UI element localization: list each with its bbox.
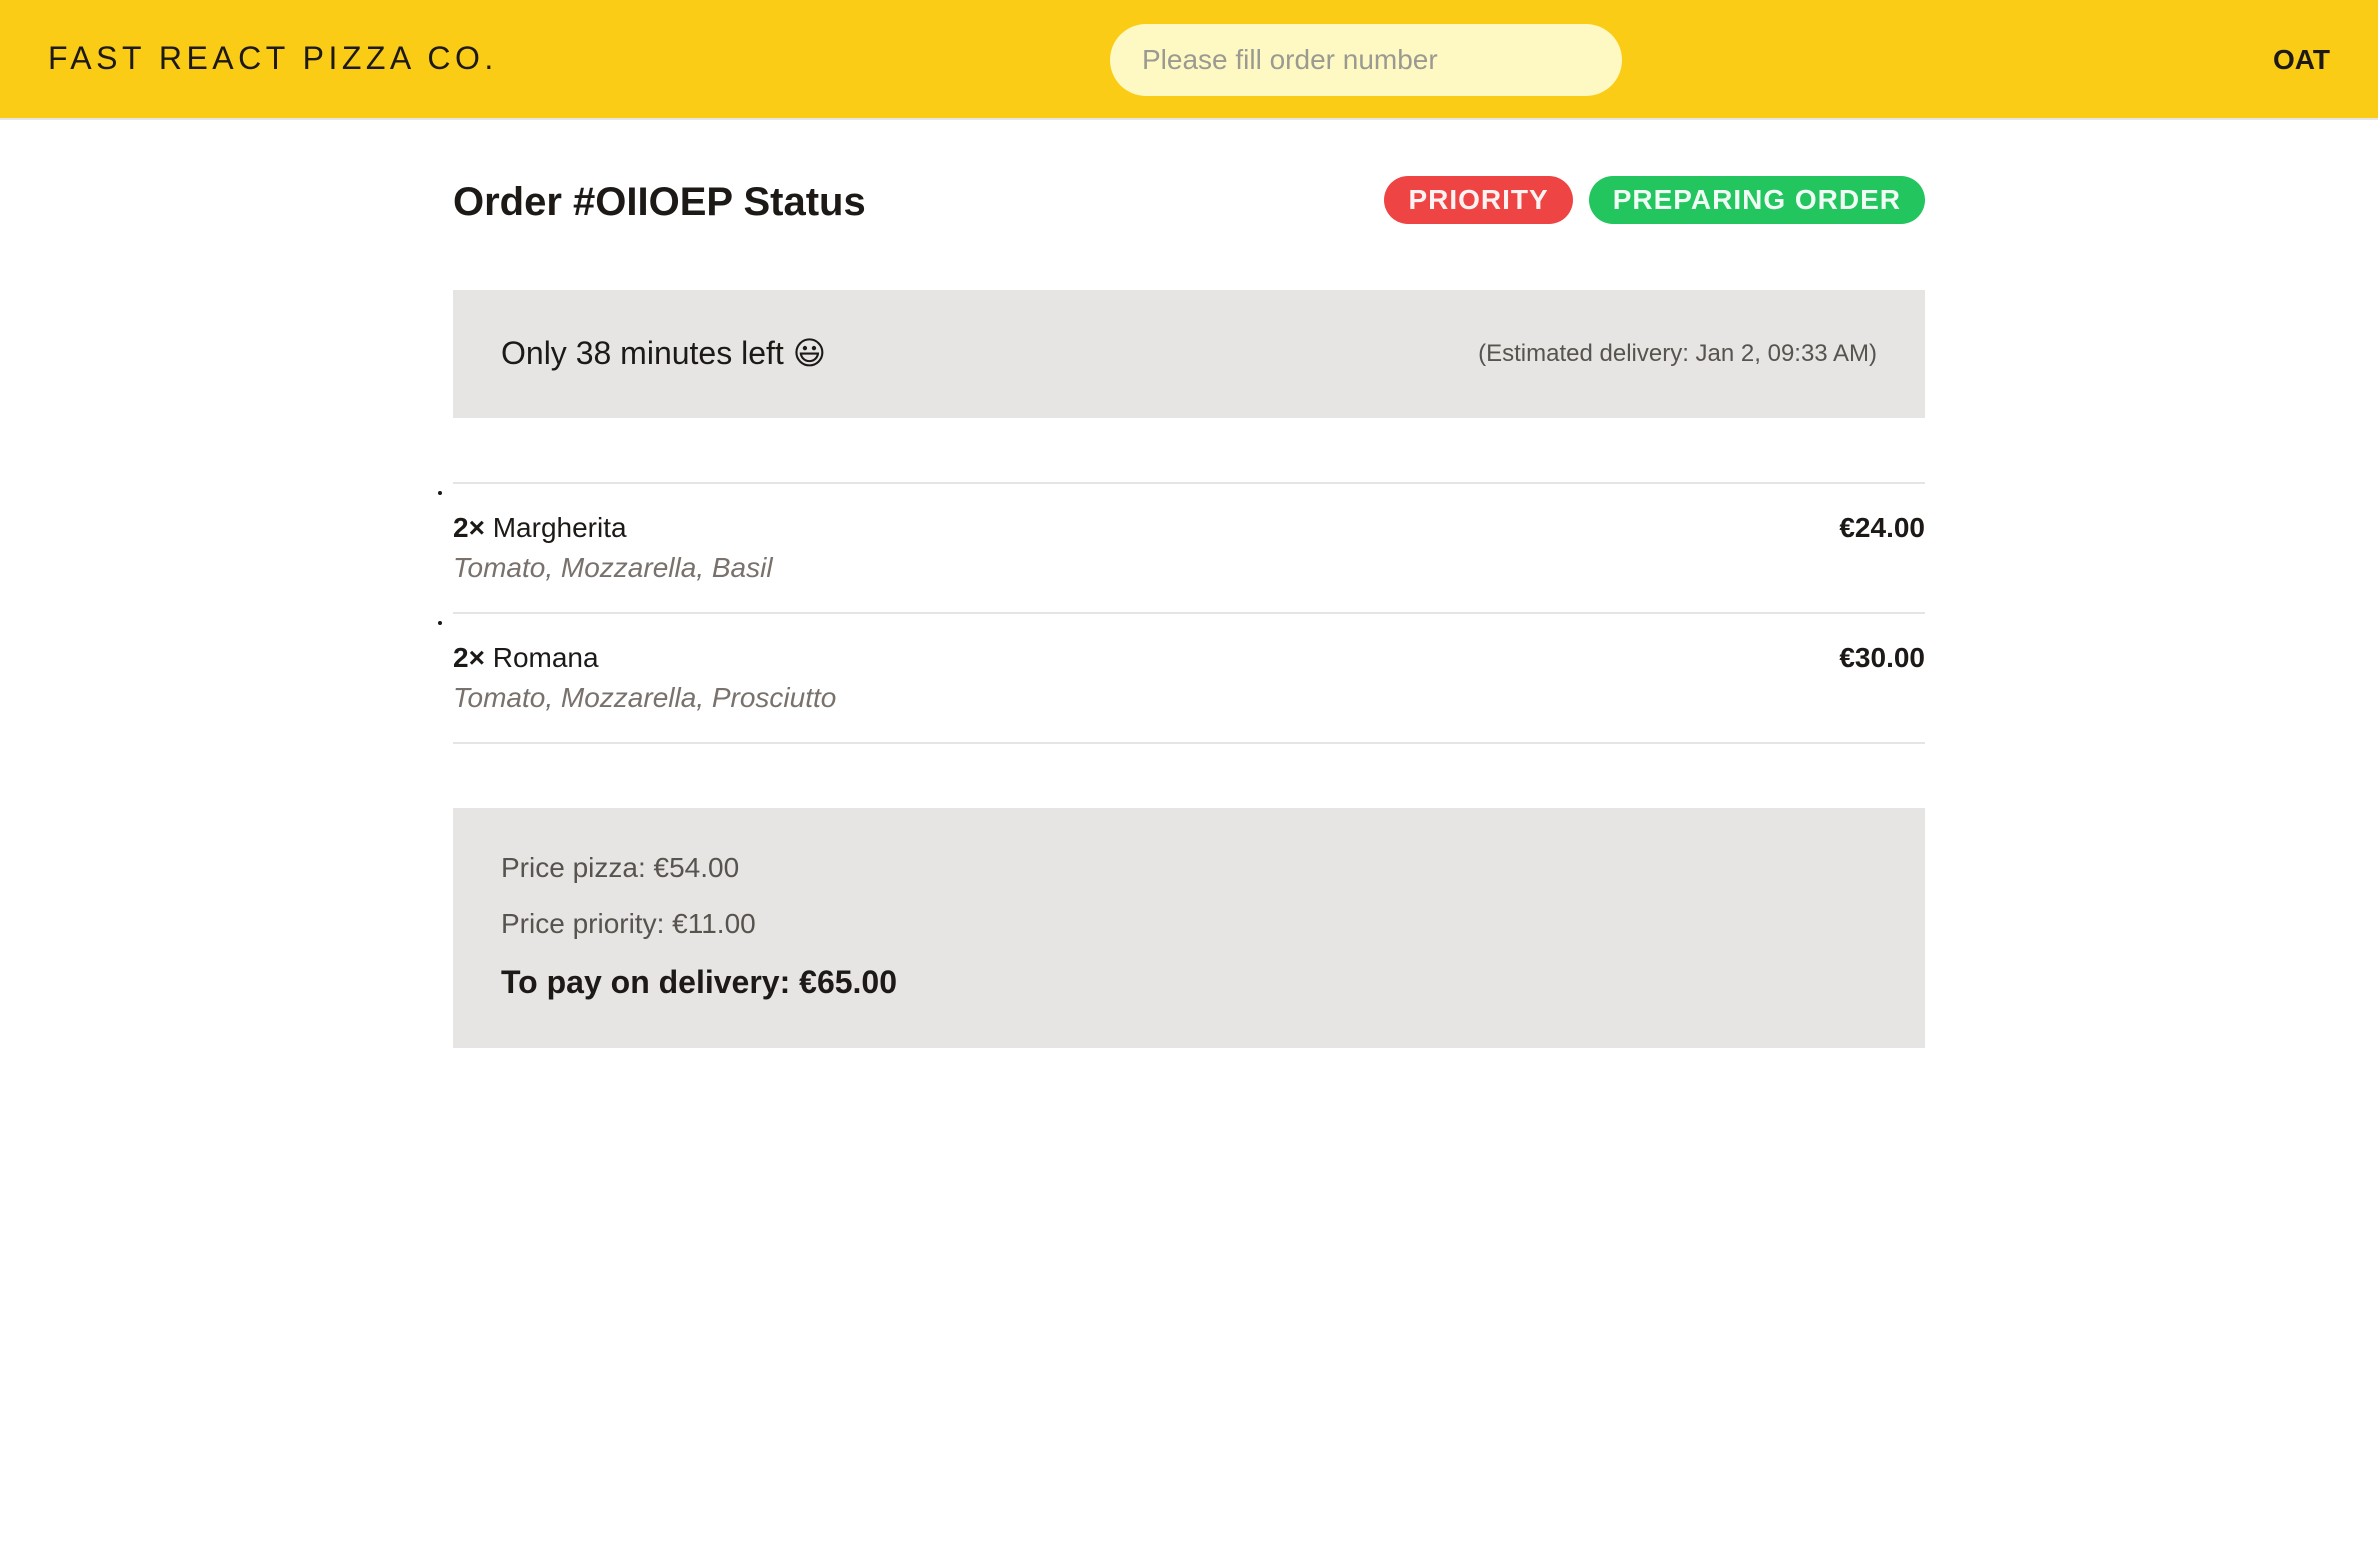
- username: OAT: [2272, 44, 2330, 75]
- logo-link[interactable]: FAST REACT PIZZA CO.: [48, 40, 498, 77]
- status-badge: PREPARING ORDER: [1588, 176, 1925, 224]
- price-priority: Price priority: €11.00: [501, 908, 756, 939]
- order-title-row: Order #OIIOEP Status PRIORITY PREPARING …: [453, 172, 1925, 232]
- status-badges: PRIORITY PREPARING ORDER: [1384, 176, 1925, 224]
- app-header: FAST REACT PIZZA CO. OAT: [0, 0, 2378, 120]
- order-search-input[interactable]: [1110, 24, 1622, 96]
- page-title: Order #OIIOEP Status: [453, 180, 866, 224]
- item-quantity: 2×: [453, 642, 485, 673]
- price-summary-panel: Price pizza: €54.00 Price priority: €11.…: [453, 808, 1925, 1048]
- delivery-eta-panel: Only 38 minutes left 😃 (Estimated delive…: [453, 290, 1925, 418]
- item-price: €24.00: [1839, 512, 1925, 543]
- estimated-delivery: (Estimated delivery: Jan 2, 09:33 AM): [1478, 340, 1877, 367]
- item-title: 2× Romana: [453, 642, 599, 674]
- item-name: Romana: [492, 642, 599, 673]
- price-pizza: Price pizza: €54.00: [501, 852, 740, 883]
- list-item: 2× Romana Tomato, Mozzarella, Prosciutto…: [453, 614, 1925, 744]
- item-price: €30.00: [1839, 642, 1925, 673]
- total-due: To pay on delivery: €65.00: [501, 964, 898, 1000]
- priority-badge: PRIORITY: [1384, 176, 1573, 224]
- list-item: 2× Margherita Tomato, Mozzarella, Basil …: [453, 484, 1925, 614]
- time-remaining: Only 38 minutes left 😃: [501, 335, 827, 371]
- item-ingredients: Tomato, Mozzarella, Basil: [453, 552, 773, 583]
- order-items-list: 2× Margherita Tomato, Mozzarella, Basil …: [453, 482, 1925, 744]
- item-name: Margherita: [492, 512, 627, 543]
- item-title: 2× Margherita: [453, 512, 627, 544]
- item-ingredients: Tomato, Mozzarella, Prosciutto: [453, 682, 837, 713]
- item-quantity: 2×: [453, 512, 485, 543]
